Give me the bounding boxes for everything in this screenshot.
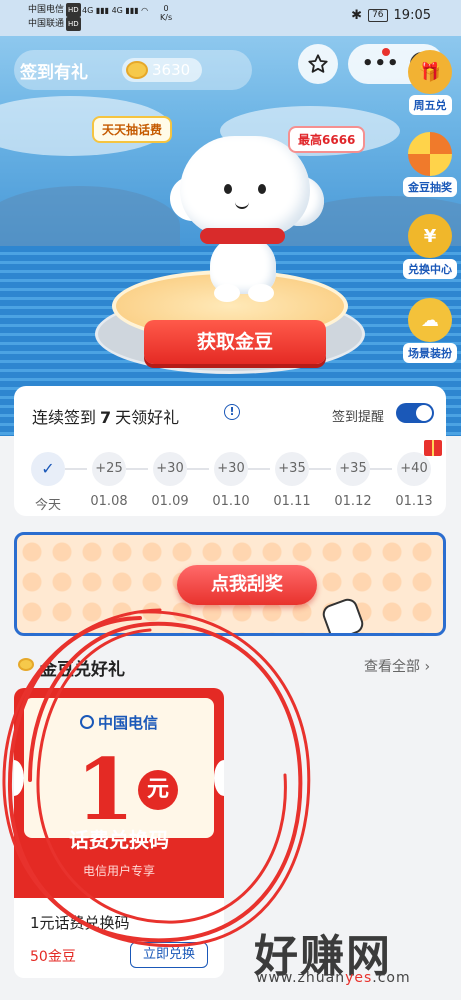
get-beans-button[interactable]: 获取金豆: [144, 320, 326, 364]
watermark-url: www.zhuanyes.com: [256, 970, 411, 986]
sign-day[interactable]: +25 01.08: [84, 452, 134, 509]
voucher-unit: 元: [138, 770, 178, 810]
bean-balance[interactable]: 3630: [122, 58, 203, 82]
carrier-1: 中国电信: [28, 5, 65, 15]
carrier-2: 中国联通: [28, 19, 65, 29]
favorite-button[interactable]: [298, 44, 338, 84]
cloud-mascot[interactable]: [170, 136, 324, 306]
section-title: 金豆兑好礼: [40, 660, 125, 680]
hd-badge: HD: [66, 3, 81, 17]
more-icon[interactable]: •••: [362, 53, 400, 74]
max-reward-tag: 最高6666: [288, 126, 366, 153]
prize-wheel-icon: [408, 132, 452, 176]
voucher-image: 中国电信 1 元 话费兑换码 电信用户专享: [14, 688, 224, 898]
sign-day[interactable]: +30 01.10: [206, 452, 256, 509]
voucher-subtitle: 电信用户专享: [82, 864, 155, 878]
side-item-lottery[interactable]: 金豆抽奖: [400, 132, 460, 197]
hero-banner: [0, 36, 461, 436]
gold-bean-icon: [126, 61, 148, 79]
signal-icon: 4G ▮▮▮ 4G ▮▮▮ ◠: [82, 6, 149, 15]
daily-lottery-tag[interactable]: 天天抽话费: [92, 116, 173, 143]
voucher-title: 话费兑换码: [69, 828, 169, 852]
product-card[interactable]: 中国电信 1 元 话费兑换码 电信用户专享 1元话费兑换码 50金豆 立即兑换: [14, 688, 224, 978]
brand-logo: 中国电信: [24, 712, 214, 733]
view-all-link[interactable]: 查看全部 ›: [364, 656, 430, 676]
info-icon[interactable]: !: [224, 404, 240, 420]
sign-day[interactable]: +40 01.13: [389, 452, 439, 509]
hd-badge: HD: [66, 17, 81, 31]
status-right: ✱ 76 19:05: [351, 8, 431, 23]
battery-icon: 76: [368, 9, 388, 22]
gift-icon: 🎁: [408, 50, 452, 94]
check-icon: ✓: [31, 452, 65, 486]
network-speed: 0 K/s: [160, 4, 173, 22]
pointing-hand-icon: [319, 595, 367, 633]
notification-dot: [382, 48, 390, 56]
product-name: 1元话费兑换码: [30, 914, 130, 932]
side-item-exchange[interactable]: ¥ 兑换中心: [400, 214, 460, 279]
side-item-dressup[interactable]: ☁ 场景装扮: [400, 298, 460, 363]
bluetooth-icon: ✱: [351, 8, 363, 23]
product-price: 50金豆: [30, 949, 76, 965]
sign-day[interactable]: +35 01.11: [267, 452, 317, 509]
telecom-logo-icon: [79, 715, 94, 729]
sign-day[interactable]: +30 01.09: [145, 452, 195, 509]
gold-bean-icon: [18, 658, 34, 671]
sign-day[interactable]: +35 01.12: [328, 452, 378, 509]
clock: 19:05: [393, 8, 431, 23]
remind-toggle[interactable]: [396, 403, 434, 423]
sign-day-today[interactable]: ✓ 今天: [23, 452, 73, 513]
remind-label: 签到提醒: [332, 410, 385, 425]
carrier-info: 中国电信 HD 中国联通 HD: [28, 3, 81, 31]
mascot-icon: ☁: [408, 298, 452, 342]
status-bar: 中国电信 HD 中国联通 HD 4G ▮▮▮ 4G ▮▮▮ ◠ 0 K/s ✱ 76…: [0, 0, 461, 36]
scratch-button[interactable]: 点我刮奖: [177, 565, 317, 605]
redeem-button[interactable]: 立即兑换: [130, 942, 208, 968]
side-item-friday[interactable]: 🎁 周五兑: [400, 50, 460, 115]
page-title: 签到有礼: [20, 63, 88, 83]
scratch-card-banner[interactable]: 点我刮奖: [14, 532, 446, 636]
star-icon: [308, 54, 328, 73]
sign-in-card: 连续签到 7 天领好礼 ! 签到提醒 ✓ 今天 +25 01.08 +30 01.0…: [14, 386, 446, 516]
yen-icon: ¥: [408, 214, 452, 258]
sign-in-title: 连续签到 7 天领好礼: [32, 408, 180, 427]
